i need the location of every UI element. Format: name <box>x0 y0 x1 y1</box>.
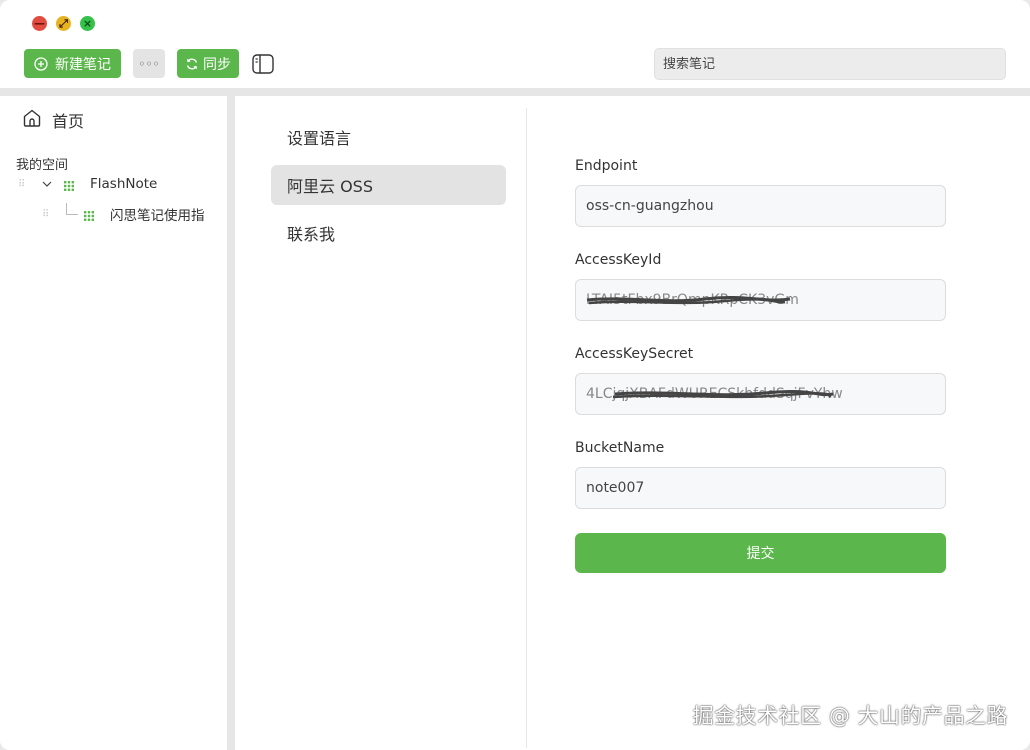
sidebar-item-home[interactable]: 首页 <box>22 108 84 132</box>
window-x-icon[interactable]: × <box>80 16 95 31</box>
close-window-icon[interactable]: — <box>32 16 47 31</box>
home-icon <box>22 108 42 132</box>
toolbar: 新建笔记 ◦◦◦ 同步 <box>24 49 275 78</box>
new-note-button[interactable]: 新建笔记 <box>24 49 121 78</box>
window-controls: — ⤢ × <box>32 16 95 31</box>
sidebar: 首页 我的空间 ⠿ FlashNote ⠿ 闪思笔记使用指 <box>0 96 227 750</box>
sync-icon <box>185 57 199 71</box>
access-key-id-input[interactable] <box>575 279 946 321</box>
grid-icon <box>84 209 94 221</box>
tree-item-label: FlashNote <box>90 176 158 192</box>
toolbar-divider <box>0 88 1030 96</box>
tree-item-flashnote[interactable]: ⠿ FlashNote <box>18 176 157 192</box>
drag-handle-icon[interactable]: ⠿ <box>42 209 54 220</box>
plus-circle-icon <box>34 56 48 71</box>
drag-handle-icon[interactable]: ⠿ <box>18 179 30 190</box>
app-window: — ⤢ × 新建笔记 ◦◦◦ 同步 搜索笔记 首页 我的空间 ⠿ FlashNo… <box>0 0 1030 750</box>
sidebar-separator[interactable] <box>227 96 235 750</box>
settings-menu-language[interactable]: 设置语言 <box>271 117 506 157</box>
chevron-down-icon[interactable] <box>42 176 52 192</box>
more-dots-icon: ◦◦◦ <box>138 56 160 71</box>
grid-icon <box>64 179 74 191</box>
settings-menu-aliyun-oss[interactable]: 阿里云 OSS <box>271 165 506 205</box>
settings-menu-contact[interactable]: 联系我 <box>271 213 506 253</box>
endpoint-input[interactable] <box>575 185 946 227</box>
settings-panel: 设置语言 阿里云 OSS 联系我 Endpoint AccessKeyId Ac… <box>235 96 1030 750</box>
search-input[interactable] <box>654 48 1006 80</box>
bucket-name-input[interactable] <box>575 467 946 509</box>
home-label: 首页 <box>52 112 85 131</box>
access-key-secret-input[interactable] <box>575 373 946 415</box>
sync-label: 同步 <box>203 56 231 73</box>
tree-branch-line <box>66 203 78 215</box>
tree-item-label: 闪思笔记使用指 <box>110 208 205 224</box>
watermark: 掘金技术社区 @ 大山的产品之路 <box>692 704 1008 728</box>
title-bar: — ⤢ × 新建笔记 ◦◦◦ 同步 <box>0 0 1030 88</box>
access-key-secret-label: AccessKeySecret <box>575 346 694 362</box>
settings-divider <box>526 108 527 748</box>
tree-item-guide[interactable]: ⠿ 闪思笔记使用指 <box>42 203 205 224</box>
sync-button[interactable]: 同步 <box>177 49 239 78</box>
bucket-name-label: BucketName <box>575 440 665 456</box>
more-options-button[interactable]: ◦◦◦ <box>133 49 165 78</box>
space-title: 我的空间 <box>16 158 69 173</box>
fullscreen-window-icon[interactable]: ⤢ <box>56 16 71 31</box>
submit-button[interactable]: 提交 <box>575 533 946 573</box>
access-key-id-label: AccessKeyId <box>575 252 662 268</box>
endpoint-label: Endpoint <box>575 158 638 174</box>
toggle-sidebar-icon[interactable] <box>251 52 275 76</box>
new-note-label: 新建笔记 <box>55 56 111 73</box>
